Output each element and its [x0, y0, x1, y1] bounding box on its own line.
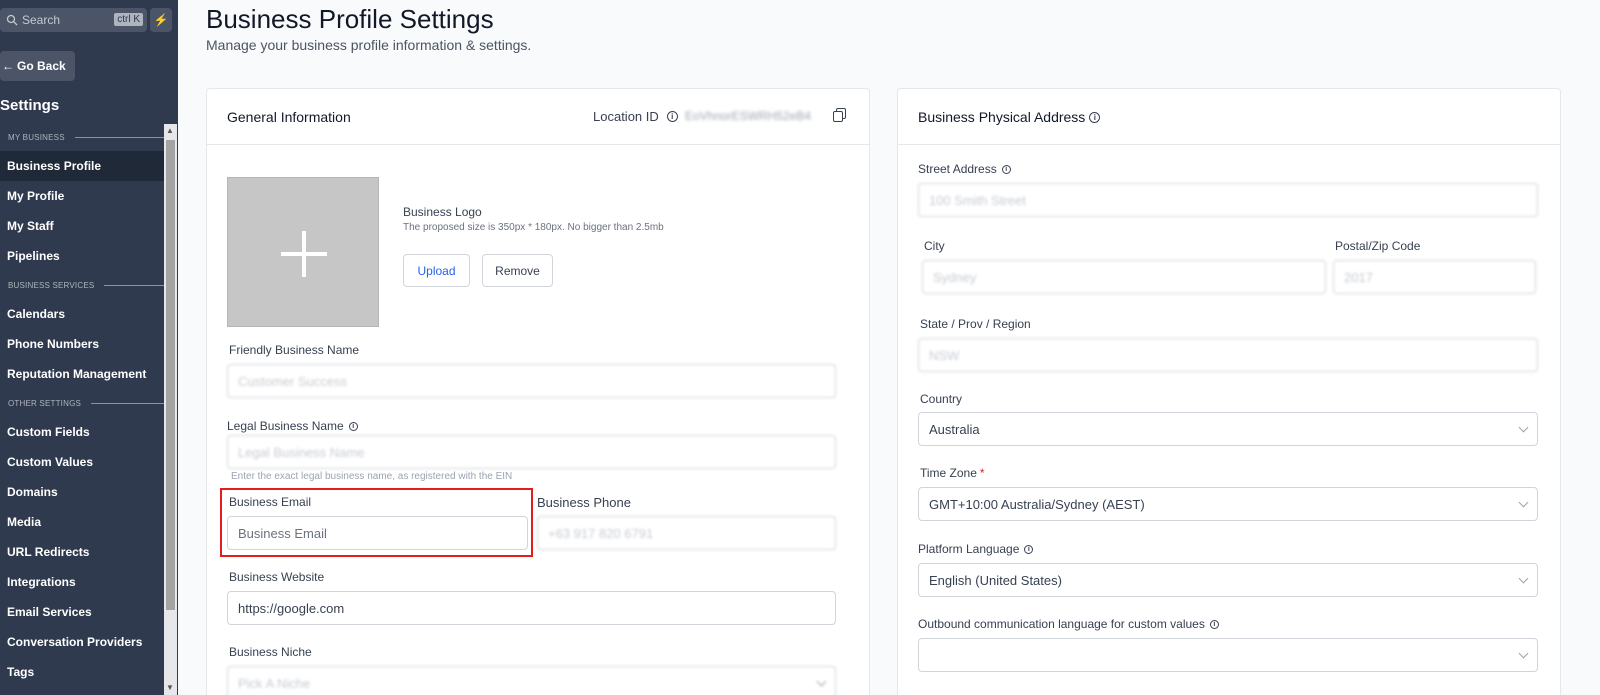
legal-business-name-input[interactable]: Legal Business Name [227, 435, 836, 469]
sidebar-item-tags[interactable]: Tags [0, 657, 164, 687]
upload-button[interactable]: Upload [403, 254, 470, 287]
card-header: Business Physical Address i [898, 89, 1560, 145]
page-subtitle: Manage your business profile information… [206, 37, 532, 53]
friendly-business-name-label: Friendly Business Name [229, 343, 360, 357]
zip-code-input[interactable]: 2017 [1333, 260, 1536, 294]
sidebar-scrollbar-thumb[interactable] [166, 140, 175, 610]
chevron-down-icon [816, 676, 827, 687]
sidebar-item-email-services[interactable]: Email Services [0, 597, 164, 627]
copy-icon[interactable] [832, 107, 848, 123]
info-icon: i [1089, 111, 1101, 123]
scroll-up-icon[interactable]: ▲ [166, 126, 174, 135]
business-logo-hint: The proposed size is 350px * 180px. No b… [403, 222, 664, 233]
arrow-left-icon: ← [2, 59, 14, 73]
chevron-down-icon [1518, 573, 1529, 584]
street-address-input[interactable]: 100 Smith Street [918, 183, 1538, 217]
sidebar-item-reputation-management[interactable]: Reputation Management [0, 359, 164, 389]
sidebar-item-domains[interactable]: Domains [0, 477, 164, 507]
legal-business-name-label: Legal Business Name i [227, 419, 358, 433]
business-address-card: Business Physical Address i Street Addres… [897, 88, 1561, 695]
section-my-business: MY BUSINESS [8, 133, 164, 142]
quick-action-button[interactable]: ⚡ [150, 8, 172, 32]
business-niche-select[interactable]: Pick A Niche [227, 666, 836, 695]
sidebar-item-my-staff[interactable]: My Staff [0, 211, 164, 241]
business-niche-label: Business Niche [229, 645, 312, 659]
search-input[interactable]: Search ctrl K [0, 8, 147, 32]
sidebar-item-business-profile[interactable]: Business Profile [0, 151, 164, 181]
business-email-input[interactable]: Business Email [227, 516, 528, 550]
business-email-label: Business Email [229, 495, 312, 509]
business-logo-label: Business Logo [403, 205, 482, 219]
card-title: Business Physical Address i [918, 109, 1101, 125]
info-icon: i [666, 111, 678, 122]
location-id-value: EoVhnorESWRH52eB4 [685, 109, 812, 123]
sidebar-item-my-profile[interactable]: My Profile [0, 181, 164, 211]
outbound-language-label: Outbound communication language for cust… [918, 617, 1219, 631]
scroll-down-icon[interactable]: ▼ [166, 683, 174, 692]
sidebar: Search ctrl K ⚡ ← Go Back Settings MY BU… [0, 0, 178, 695]
chevron-down-icon [1518, 648, 1529, 659]
state-label: State / Prov / Region [920, 317, 1031, 331]
sidebar-item-custom-values[interactable]: Custom Values [0, 447, 164, 477]
time-zone-select[interactable]: GMT+10:00 Australia/Sydney (AEST) [918, 487, 1538, 521]
business-phone-input[interactable]: +63 917 820 6791 [537, 516, 836, 550]
remove-button[interactable]: Remove [482, 254, 553, 287]
sidebar-item-pipelines[interactable]: Pipelines [0, 241, 164, 271]
city-label: City [924, 239, 945, 253]
business-website-input[interactable]: https://google.com [227, 591, 836, 625]
search-shortcut-badge: ctrl K [114, 13, 143, 26]
sidebar-item-url-redirects[interactable]: URL Redirects [0, 537, 164, 567]
business-phone-label: Business Phone [537, 495, 631, 510]
info-icon: i [1001, 164, 1011, 174]
search-placeholder: Search [22, 13, 61, 27]
bolt-icon: ⚡ [153, 13, 169, 27]
logo-upload-area[interactable] [227, 177, 379, 327]
info-icon: i [348, 421, 358, 431]
general-information-card: General Information Location ID i EoVhno… [206, 88, 870, 695]
search-icon [6, 14, 18, 26]
page-title: Business Profile Settings [206, 4, 494, 34]
country-label: Country [920, 392, 963, 406]
state-input[interactable]: NSW [918, 338, 1538, 372]
card-title: General Information [227, 109, 351, 125]
sidebar-item-media[interactable]: Media [0, 507, 164, 537]
outbound-language-select[interactable] [918, 638, 1538, 672]
sidebar-item-integrations[interactable]: Integrations [0, 567, 164, 597]
time-zone-label: Time Zone * [920, 466, 985, 480]
card-header: General Information Location ID i EoVhno… [207, 89, 869, 145]
sidebar-title: Settings [0, 97, 60, 114]
sidebar-item-conversation-providers[interactable]: Conversation Providers [0, 627, 164, 657]
platform-language-select[interactable]: English (United States) [918, 563, 1538, 597]
friendly-business-name-input[interactable]: Customer Success [227, 364, 836, 398]
sidebar-item-calendars[interactable]: Calendars [0, 299, 164, 329]
street-address-label: Street Address i [918, 162, 1011, 176]
go-back-button[interactable]: ← Go Back [0, 51, 75, 81]
sidebar-item-custom-fields[interactable]: Custom Fields [0, 417, 164, 447]
city-input[interactable]: Sydney [922, 260, 1326, 294]
location-id-label: Location ID i [593, 109, 678, 124]
section-business-services: BUSINESS SERVICES [8, 281, 164, 290]
go-back-label: Go Back [17, 59, 66, 73]
country-select[interactable]: Australia [918, 412, 1538, 446]
platform-language-label: Platform Language i [918, 542, 1034, 556]
info-icon: i [1209, 619, 1219, 629]
zip-code-label: Postal/Zip Code [1335, 239, 1421, 253]
sidebar-item-phone-numbers[interactable]: Phone Numbers [0, 329, 164, 359]
chevron-down-icon [1518, 497, 1529, 508]
legal-business-name-hint: Enter the exact legal business name, as … [231, 471, 513, 482]
info-icon: i [1024, 544, 1034, 554]
section-other-settings: OTHER SETTINGS [8, 399, 164, 408]
business-website-label: Business Website [229, 570, 325, 584]
chevron-down-icon [1518, 422, 1529, 433]
